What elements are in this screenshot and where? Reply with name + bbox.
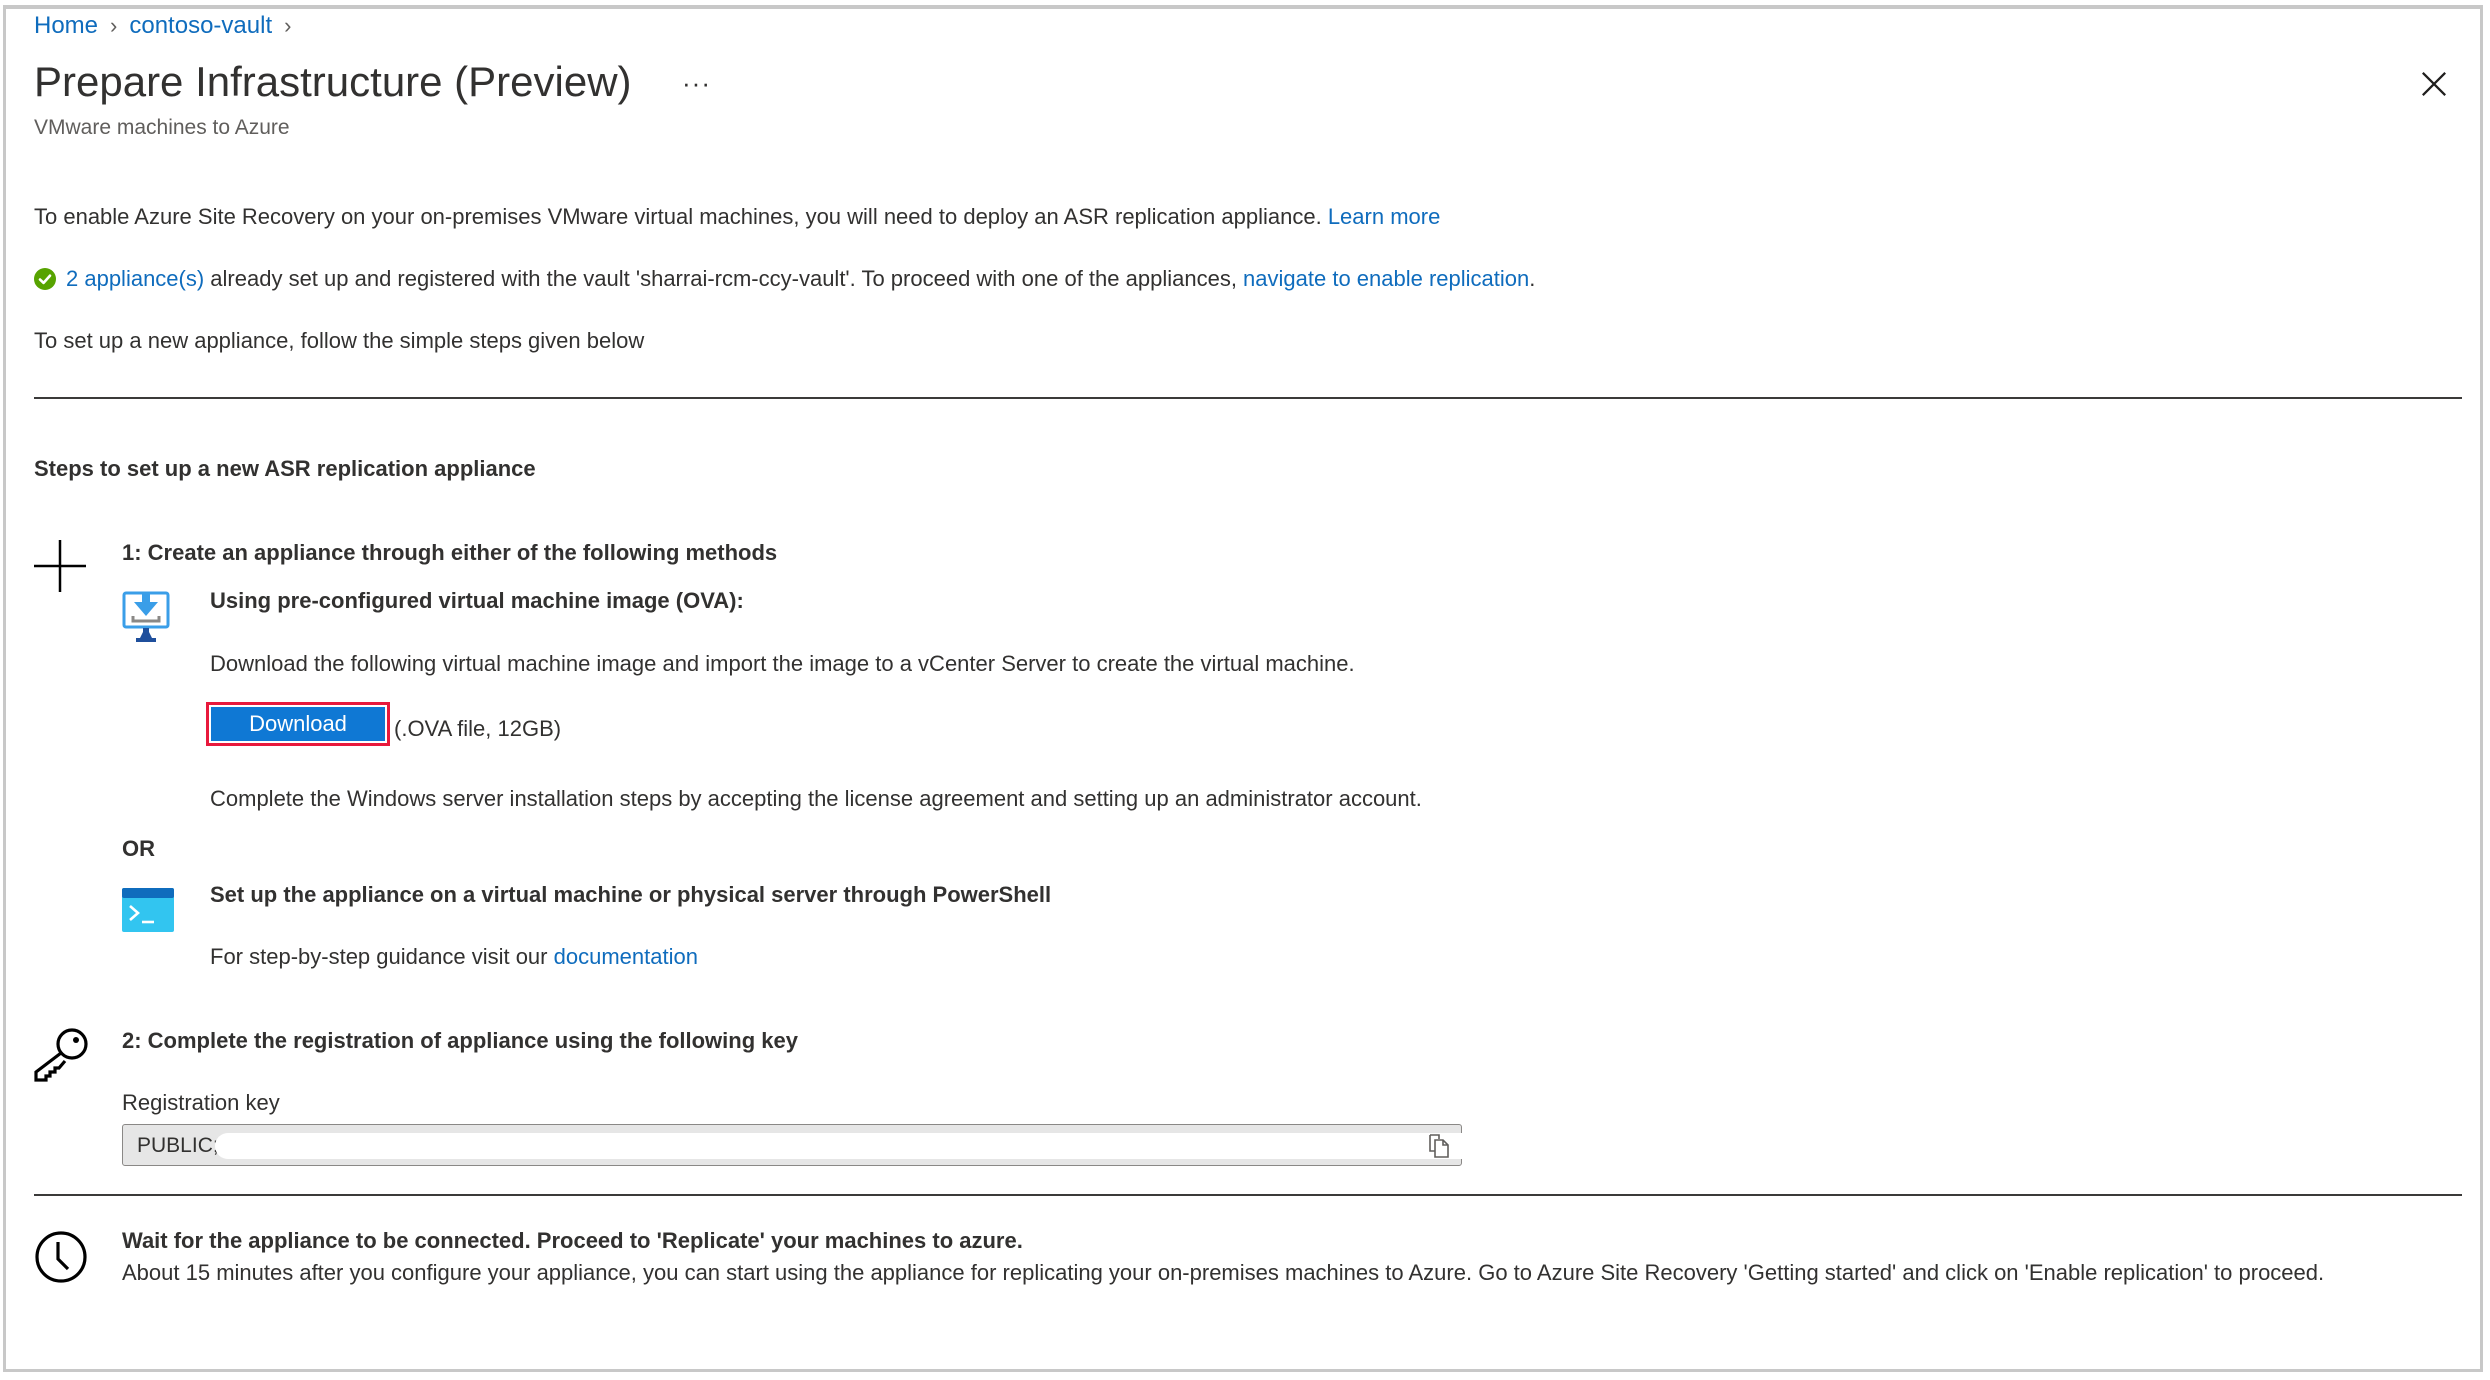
page-title: Prepare Infrastructure (Preview) bbox=[34, 58, 632, 105]
documentation-link[interactable]: documentation bbox=[554, 944, 698, 969]
download-button[interactable]: Download bbox=[206, 702, 390, 746]
ova-description: Download the following virtual machine i… bbox=[210, 651, 1355, 676]
appliances-link[interactable]: 2 appliance(s) bbox=[66, 266, 204, 291]
copy-icon[interactable] bbox=[1427, 1133, 1451, 1159]
monitor-download-icon bbox=[122, 591, 170, 642]
learn-more-link[interactable]: Learn more bbox=[1328, 204, 1441, 229]
divider bbox=[34, 1194, 2462, 1196]
setup-hint: To set up a new appliance, follow the si… bbox=[34, 328, 645, 353]
key-icon bbox=[34, 1028, 88, 1082]
registration-key-redaction bbox=[215, 1133, 1533, 1159]
or-label: OR bbox=[122, 836, 155, 861]
breadcrumb-home[interactable]: Home bbox=[34, 12, 98, 40]
more-options-button[interactable]: ··· bbox=[682, 68, 711, 99]
chevron-right-icon: › bbox=[110, 13, 118, 38]
intro-text: To enable Azure Site Recovery on your on… bbox=[34, 204, 1441, 229]
registration-key-label: Registration key bbox=[122, 1090, 280, 1115]
step3-title: Wait for the appliance to be connected. … bbox=[122, 1228, 1023, 1253]
ova-file-info: (.OVA file, 12GB) bbox=[394, 716, 562, 741]
status-text: 2 appliance(s) already set up and regist… bbox=[66, 266, 1536, 291]
step3-description: About 15 minutes after you configure you… bbox=[122, 1260, 2325, 1285]
chevron-right-icon: › bbox=[284, 13, 292, 38]
page-subtitle: VMware machines to Azure bbox=[34, 116, 290, 139]
powershell-title: Set up the appliance on a virtual machin… bbox=[210, 882, 1052, 907]
download-button-label[interactable]: Download bbox=[211, 707, 385, 741]
powershell-guidance: For step-by-step guidance visit our docu… bbox=[210, 944, 698, 969]
clock-icon bbox=[35, 1231, 87, 1283]
plus-icon bbox=[34, 540, 86, 592]
check-circle-icon bbox=[34, 268, 56, 290]
ova-post-text: Complete the Windows server installation… bbox=[210, 786, 1422, 811]
step2-title: 2: Complete the registration of applianc… bbox=[122, 1028, 798, 1053]
divider bbox=[34, 397, 2462, 399]
step1-title: 1: Create an appliance through either of… bbox=[122, 540, 778, 565]
breadcrumb: Home › contoso-vault › bbox=[34, 12, 303, 40]
terminal-icon bbox=[122, 888, 174, 932]
enable-replication-link[interactable]: navigate to enable replication bbox=[1243, 266, 1529, 291]
close-icon[interactable] bbox=[2420, 70, 2448, 98]
breadcrumb-vault[interactable]: contoso-vault bbox=[129, 12, 272, 40]
registration-key-field[interactable]: PUBLIC; bbox=[122, 1124, 1533, 1166]
ova-title: Using pre-configured virtual machine ima… bbox=[210, 588, 744, 613]
registration-key-value[interactable]: PUBLIC; bbox=[137, 1134, 219, 1158]
steps-heading: Steps to set up a new ASR replication ap… bbox=[34, 456, 536, 481]
